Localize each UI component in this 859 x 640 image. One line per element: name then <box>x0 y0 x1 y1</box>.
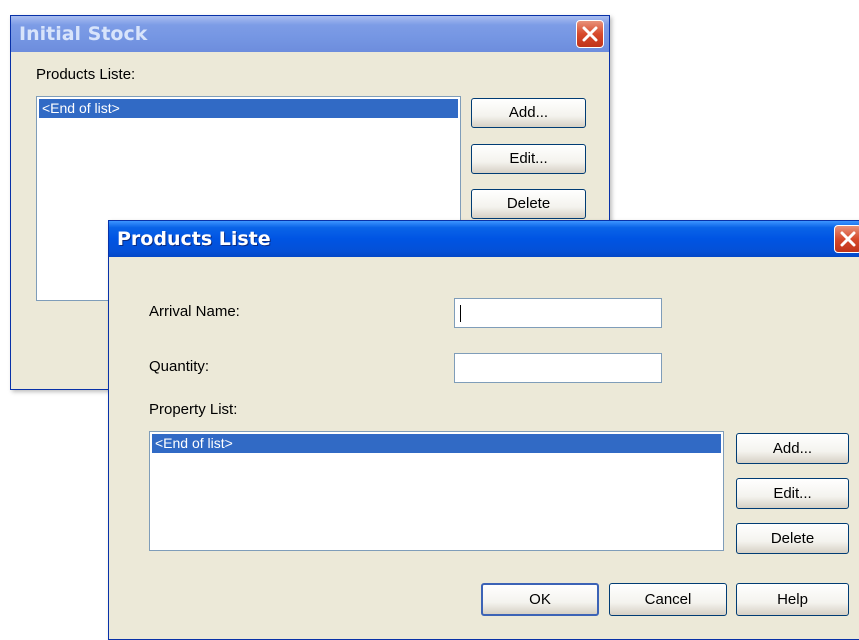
initial-stock-title: Initial Stock <box>19 23 148 45</box>
products-liste-window: Products Liste Arrival Name: Quantity: P… <box>108 220 859 640</box>
initial-stock-titlebar[interactable]: Initial Stock <box>11 16 609 52</box>
property-add-button[interactable]: Add... <box>736 433 849 464</box>
close-icon <box>840 231 856 247</box>
help-button[interactable]: Help <box>736 583 849 616</box>
property-list-item-end[interactable]: <End of list> <box>152 434 721 453</box>
arrival-name-input[interactable] <box>454 298 662 328</box>
close-icon <box>582 26 598 42</box>
arrival-name-label: Arrival Name: <box>149 303 240 320</box>
initial-stock-close-button[interactable] <box>576 20 604 48</box>
text-caret <box>460 305 461 322</box>
products-liste-close-button[interactable] <box>834 225 859 253</box>
products-liste-titlebar[interactable]: Products Liste <box>109 221 859 257</box>
property-list-label: Property List: <box>149 401 238 418</box>
cancel-button[interactable]: Cancel <box>609 583 727 616</box>
property-delete-button[interactable]: Delete <box>736 523 849 554</box>
quantity-label: Quantity: <box>149 358 210 375</box>
initial-stock-edit-button[interactable]: Edit... <box>471 144 586 174</box>
products-list-item-end[interactable]: <End of list> <box>39 99 458 118</box>
products-liste-title: Products Liste <box>117 228 271 250</box>
ok-button[interactable]: OK <box>481 583 599 616</box>
initial-stock-add-button[interactable]: Add... <box>471 98 586 128</box>
property-listbox[interactable]: <End of list> <box>149 431 724 551</box>
property-edit-button[interactable]: Edit... <box>736 478 849 509</box>
quantity-input[interactable] <box>454 353 662 383</box>
products-liste-label: Products Liste: <box>36 66 136 83</box>
initial-stock-delete-button[interactable]: Delete <box>471 189 586 219</box>
